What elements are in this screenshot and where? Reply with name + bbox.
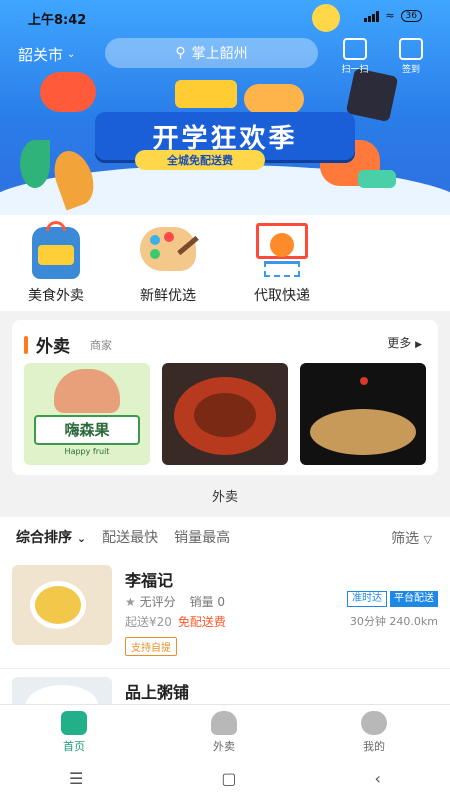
funnel-icon: ▽ (423, 533, 432, 546)
delivery-fee: 免配送费 (177, 615, 226, 629)
books-stack-decoration (358, 170, 396, 188)
banner-subtitle: 全城免配送费 (135, 150, 265, 170)
battery-icon: 36 (400, 9, 422, 22)
list-item[interactable]: 品上粥铺 (0, 669, 450, 704)
wifi-icon: ≈ (385, 9, 395, 22)
sort-bar: 综合排序 ⌄ 配送最快 销量最高 筛选 ▽ (0, 517, 450, 557)
leaf-decoration (20, 140, 50, 188)
category-label: 代取快递 (254, 288, 310, 304)
paint-box-decoration (345, 67, 399, 123)
city-selector[interactable]: 韶关市 ⌄ (18, 44, 75, 65)
chevron-down-icon: ⌄ (76, 532, 87, 545)
merchant-thumb-wok-dish[interactable] (300, 363, 426, 465)
merchant-thumb-braised-dish[interactable] (162, 363, 288, 465)
palette-decoration (244, 84, 304, 114)
food-photo (310, 409, 416, 455)
checkin-label: 签到 (401, 65, 420, 75)
thumb-caption: 嗨森果 (34, 415, 140, 445)
food-photo (26, 685, 98, 704)
status-time: 上午8:42 (28, 13, 87, 28)
tab-label: 首页 (63, 740, 85, 753)
tab-takeout[interactable]: 外卖 (184, 711, 264, 754)
tab-profile[interactable]: 我的 (334, 711, 414, 754)
rating: ★ 无评分 (125, 593, 176, 610)
card-header: 外卖 商家 (24, 332, 112, 357)
book-decoration (175, 80, 237, 108)
ontime-badge: 准时达 (347, 591, 387, 607)
merchant-list: 李福记 ★ 无评分 销量 0 准时达 平台配送 起送¥20 免配送费 30分钟 … (0, 557, 450, 704)
delivery-eta: 30分钟 240.0km (349, 615, 438, 628)
shop-name: 李福记 (125, 571, 174, 590)
shop-name: 品上粥铺 (125, 683, 190, 702)
home-square-icon[interactable]: ▢ (221, 769, 236, 788)
category-label: 美食外卖 (28, 288, 84, 304)
play-arrow-icon: ▶ (415, 340, 422, 350)
sort-label: 综合排序 (16, 530, 72, 546)
basketball-hoop-icon (250, 221, 314, 281)
user-icon (361, 711, 387, 735)
menu-icon[interactable]: ☰ (69, 769, 83, 788)
scan-icon (343, 38, 367, 60)
city-name: 韶关市 (18, 46, 64, 64)
card-subtitle: 商家 (90, 338, 112, 352)
filter-label: 筛选 (391, 531, 420, 547)
scan-label: 扫一扫 (341, 65, 369, 75)
home-icon (61, 711, 87, 735)
sales-count: 销量 0 (189, 595, 226, 609)
search-bar[interactable]: ⚲ 掌上韶州 (105, 38, 318, 68)
signal-icon (364, 10, 380, 22)
system-nav-bar: ☰ ▢ ‹ (0, 756, 450, 800)
tab-label: 我的 (363, 740, 385, 753)
category-parcel-pickup[interactable]: 代取快递 (237, 221, 327, 305)
category-grid: 美食外卖 新鲜优选 代取快递 (0, 215, 450, 311)
min-order: 起送¥20 (125, 615, 172, 629)
category-fresh-picks[interactable]: 新鲜优选 (123, 221, 213, 305)
back-icon[interactable]: ‹ (375, 769, 381, 788)
bottom-tab-bar: 首页 外卖 我的 (0, 704, 450, 756)
shop-meta: ★ 无评分 销量 0 (125, 593, 225, 610)
shop-image (12, 677, 112, 704)
sort-top-sales[interactable]: 销量最高 (174, 527, 230, 547)
search-icon: ⚲ (175, 45, 186, 61)
rating-text: 无评分 (139, 595, 176, 609)
lantern-decoration (40, 72, 96, 112)
burger-icon (211, 711, 237, 735)
section-heading: 外卖 (211, 490, 238, 505)
shop-price: 起送¥20 免配送费 (125, 613, 226, 630)
star-icon: ★ (125, 595, 136, 609)
list-item[interactable]: 李福记 ★ 无评分 销量 0 准时达 平台配送 起送¥20 免配送费 30分钟 … (0, 557, 450, 669)
more-label: 更多 (387, 336, 412, 350)
calendar-icon (399, 38, 423, 60)
platform-delivery-badge: 平台配送 (390, 591, 438, 607)
merchant-thumb-happy-fruit[interactable]: 嗨森果 Happy fruit (24, 363, 150, 465)
card-title: 外卖 (36, 337, 70, 357)
shop-tags: 准时达 平台配送 (347, 591, 438, 607)
more-link[interactable]: 更多 ▶ (387, 334, 422, 351)
backpack-icon (24, 221, 88, 281)
thumb-caption-en: Happy fruit (64, 447, 110, 456)
sort-fastest-delivery[interactable]: 配送最快 (102, 527, 158, 547)
category-food-delivery[interactable]: 美食外卖 (11, 221, 101, 305)
food-photo-detail (194, 393, 256, 437)
scan-button[interactable]: 扫一扫 (338, 38, 372, 75)
chili-decoration (360, 377, 368, 385)
takeout-card: 外卖 商家 更多 ▶ 嗨森果 Happy fruit (12, 320, 438, 475)
shop-image (12, 565, 112, 645)
checkin-button[interactable]: 签到 (394, 38, 428, 75)
title-accent-bar (24, 335, 28, 354)
tab-label: 外卖 (213, 740, 235, 753)
pickup-badge: 支持自提 (125, 637, 177, 656)
tab-home[interactable]: 首页 (34, 711, 114, 754)
sort-comprehensive[interactable]: 综合排序 ⌄ (16, 527, 86, 547)
status-icons: ≈ 36 (364, 9, 422, 22)
status-bar: 上午8:42 ≈ 36 (0, 0, 450, 34)
search-placeholder: 掌上韶州 (191, 46, 248, 62)
mascot-illustration (54, 369, 120, 413)
filter-button[interactable]: 筛选 ▽ (391, 528, 432, 548)
food-photo (30, 581, 86, 629)
category-label: 新鲜优选 (140, 288, 196, 304)
palette-icon (136, 221, 200, 281)
chevron-down-icon: ⌄ (67, 49, 76, 60)
